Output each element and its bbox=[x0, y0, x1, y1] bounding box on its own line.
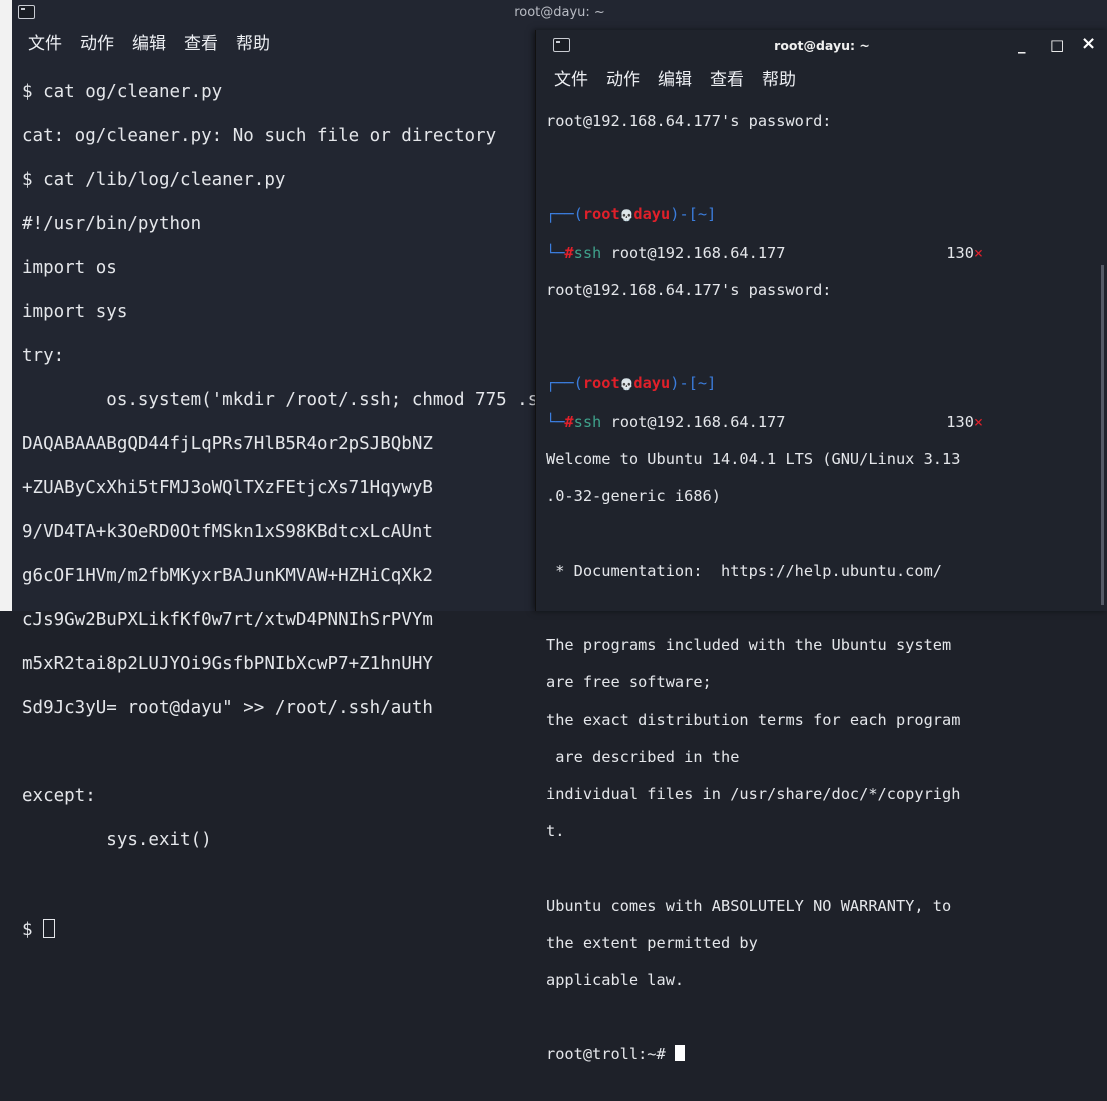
terminal-icon bbox=[18, 5, 35, 19]
menu-file[interactable]: 文件 bbox=[554, 65, 588, 90]
command-line: └─ # ssh root@192.168.64.177 130 × bbox=[546, 243, 984, 262]
exit-status: 130 bbox=[946, 413, 974, 432]
minimize-button[interactable]: _ bbox=[1018, 36, 1026, 54]
prompt-header: ┌──(root💀dayu)-[~] bbox=[546, 204, 717, 223]
maximize-button[interactable]: □ bbox=[1050, 36, 1064, 54]
output-line: The programs included with the Ubuntu sy… bbox=[546, 636, 952, 655]
title-bar: root@dayu: ~ bbox=[12, 0, 1107, 24]
menu-edit[interactable]: 编辑 bbox=[658, 65, 692, 90]
output-line: individual files in /usr/share/doc/*/cop… bbox=[546, 784, 961, 803]
skull-icon: 💀 bbox=[619, 377, 634, 391]
skull-icon: 💀 bbox=[619, 208, 634, 222]
prompt-line: root@troll:~# bbox=[546, 1045, 983, 1064]
menu-view[interactable]: 查看 bbox=[184, 29, 218, 54]
shell-prompt: $ bbox=[22, 920, 44, 940]
shell-prompt: root@troll:~# bbox=[546, 1045, 675, 1064]
menu-bar: 文件 动作 编辑 查看 帮助 bbox=[554, 65, 796, 90]
terminal-icon bbox=[553, 38, 570, 52]
output-line: Ubuntu comes with ABSOLUTELY NO WARRANTY… bbox=[546, 896, 952, 915]
menu-action[interactable]: 动作 bbox=[80, 29, 114, 54]
output-line: t. bbox=[546, 822, 565, 841]
output-line: are described in the bbox=[546, 747, 740, 766]
menu-action[interactable]: 动作 bbox=[606, 65, 640, 90]
command-line: └─ # ssh root@192.168.64.177 130 × bbox=[546, 413, 984, 432]
menu-help[interactable]: 帮助 bbox=[236, 29, 270, 54]
menu-file[interactable]: 文件 bbox=[28, 29, 62, 54]
password-line: root@192.168.64.177's password: bbox=[546, 111, 832, 130]
close-button[interactable]: × bbox=[1081, 33, 1096, 54]
output-line: the exact distribution terms for each pr… bbox=[546, 710, 961, 729]
desktop-edge bbox=[0, 0, 12, 611]
error-x-icon: × bbox=[973, 243, 984, 262]
front-terminal-window[interactable]: root@dayu: ~ _ □ × 文件 动作 编辑 查看 帮助 root@1… bbox=[535, 30, 1107, 1063]
output-line: .0-32-generic i686) bbox=[546, 487, 721, 506]
password-line: root@192.168.64.177's password: bbox=[546, 280, 832, 299]
cursor bbox=[43, 919, 56, 938]
front-terminal-output[interactable]: root@192.168.64.177's password: ┌──(root… bbox=[546, 93, 983, 1101]
output-line: the extent permitted by bbox=[546, 933, 758, 952]
error-x-icon: × bbox=[973, 413, 984, 432]
prompt-header: ┌──(root💀dayu)-[~] bbox=[546, 373, 717, 392]
output-line: Welcome to Ubuntu 14.04.1 LTS (GNU/Linux… bbox=[546, 450, 961, 469]
output-line: are free software; bbox=[546, 673, 712, 692]
output-line: applicable law. bbox=[546, 970, 685, 989]
menu-bar: 文件 动作 编辑 查看 帮助 bbox=[28, 29, 270, 54]
window-title: root@dayu: ~ bbox=[514, 4, 605, 20]
menu-view[interactable]: 查看 bbox=[710, 65, 744, 90]
window-title: root@dayu: ~ bbox=[774, 37, 870, 53]
menu-help[interactable]: 帮助 bbox=[762, 65, 796, 90]
menu-edit[interactable]: 编辑 bbox=[132, 29, 166, 54]
output-line: * Documentation: https://help.ubuntu.com… bbox=[546, 561, 943, 580]
exit-status: 130 bbox=[946, 243, 974, 262]
scrollbar[interactable] bbox=[1101, 265, 1104, 605]
cursor bbox=[674, 1045, 685, 1062]
title-bar[interactable]: root@dayu: ~ _ □ × bbox=[536, 30, 1107, 60]
